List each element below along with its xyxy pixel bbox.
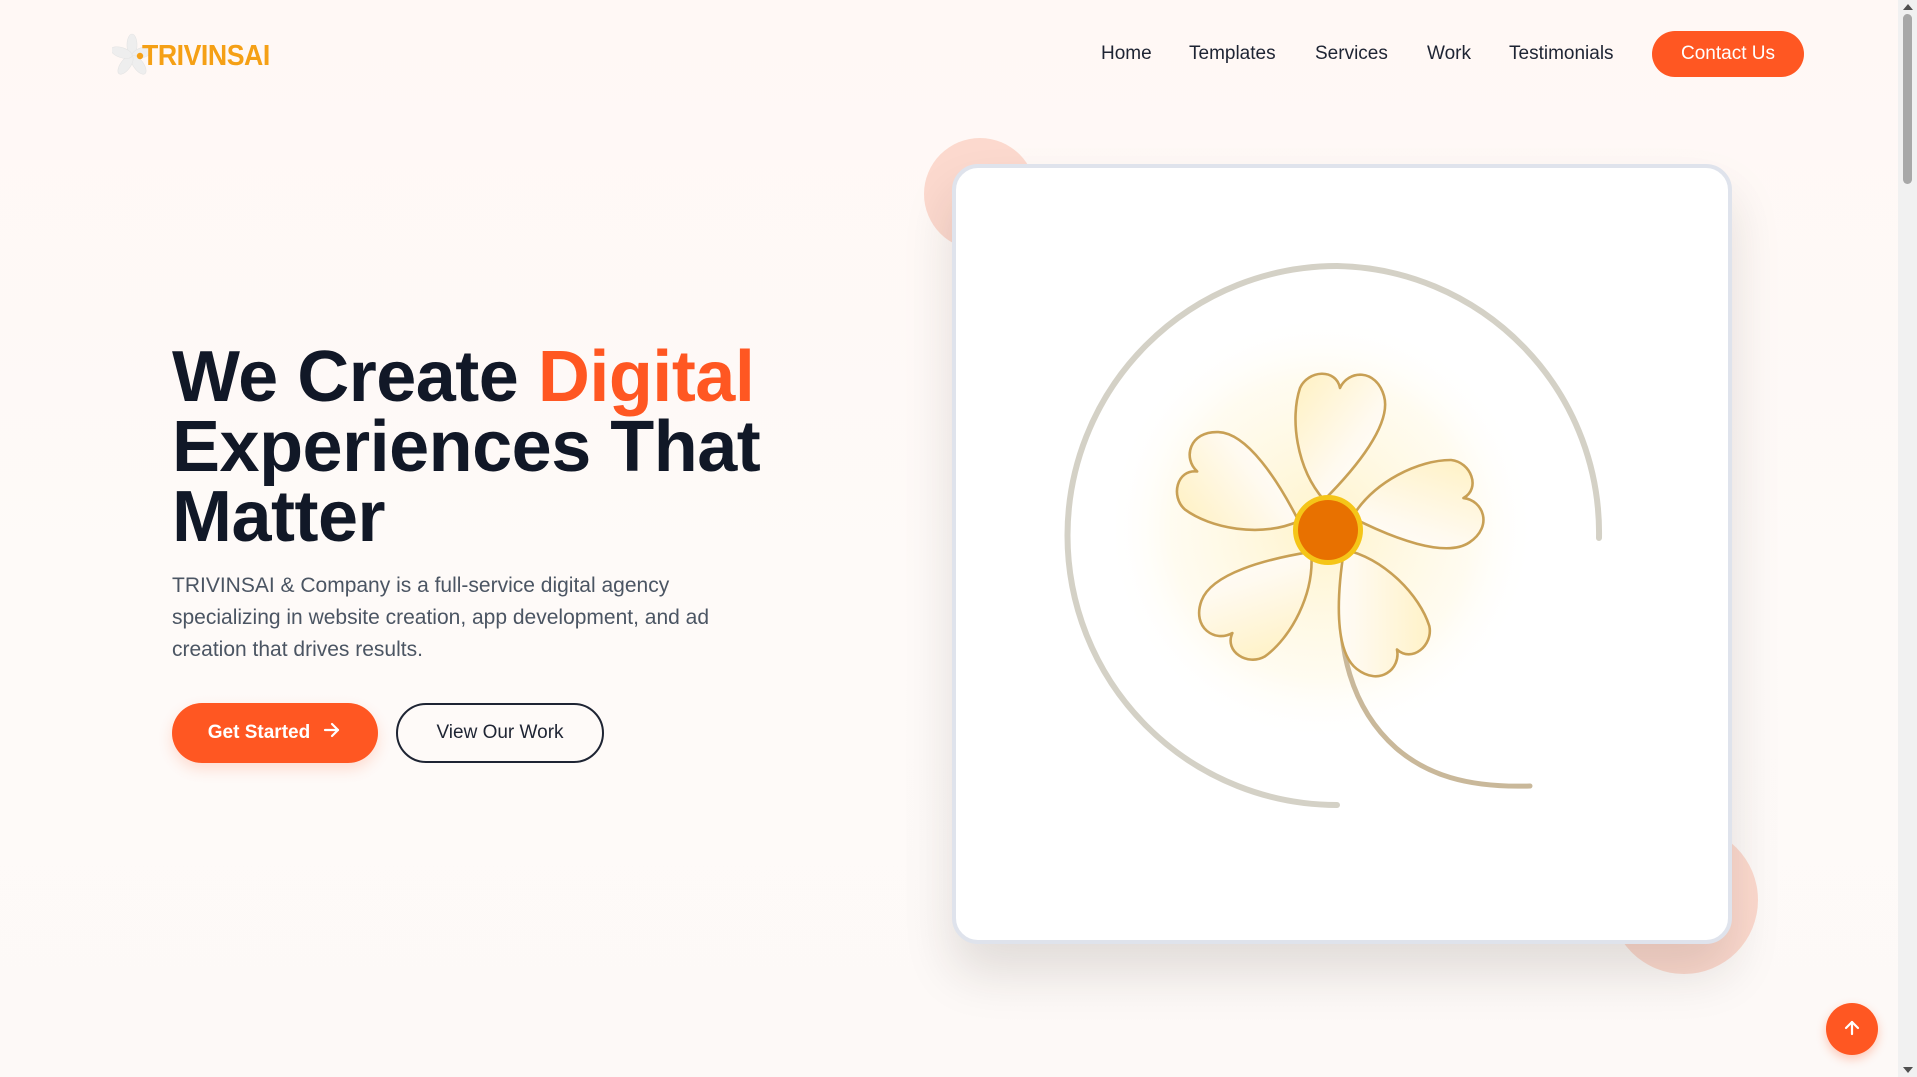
scrollbar-thumb[interactable] xyxy=(1903,14,1912,184)
hero-description: TRIVINSAI & Company is a full-service di… xyxy=(172,574,710,661)
nav-link-home[interactable]: Home xyxy=(1101,43,1152,65)
nav-link-testimonials[interactable]: Testimonials xyxy=(1509,43,1614,65)
hero-illustration-card xyxy=(952,164,1732,944)
hero-title: We Create Digital Experiences That Matter xyxy=(172,341,792,553)
site-header: TRIVINSAI Home Templates Services Work T… xyxy=(0,0,1898,110)
scroll-down-arrow-icon[interactable] xyxy=(1903,1067,1913,1073)
contact-us-button[interactable]: Contact Us xyxy=(1652,31,1804,77)
scroll-to-top-button[interactable] xyxy=(1826,1003,1878,1055)
arrow-up-icon xyxy=(1842,1020,1862,1041)
scroll-up-arrow-icon[interactable] xyxy=(1903,4,1913,10)
page-scrollbar[interactable] xyxy=(1898,0,1917,1077)
get-started-label: Get Started xyxy=(207,722,311,743)
nav-link-templates[interactable]: Templates xyxy=(1189,43,1276,65)
arrow-right-icon xyxy=(322,720,342,746)
view-our-work-button[interactable]: View Our Work xyxy=(396,703,604,763)
hero-title-accent: Digital xyxy=(537,337,755,417)
page: TRIVINSAI Home Templates Services Work T… xyxy=(0,0,1898,1077)
get-started-button[interactable]: Get Started xyxy=(172,703,378,763)
nav-link-work[interactable]: Work xyxy=(1427,43,1471,65)
plumeria-flower-illustration xyxy=(1064,263,1603,808)
main-nav: Home Templates Services Work Testimonial… xyxy=(0,31,1898,79)
hero-title-part2: Experiences That Matter xyxy=(172,407,761,557)
hero-title-part1: We Create xyxy=(172,337,538,417)
nav-link-services[interactable]: Services xyxy=(1315,43,1388,65)
